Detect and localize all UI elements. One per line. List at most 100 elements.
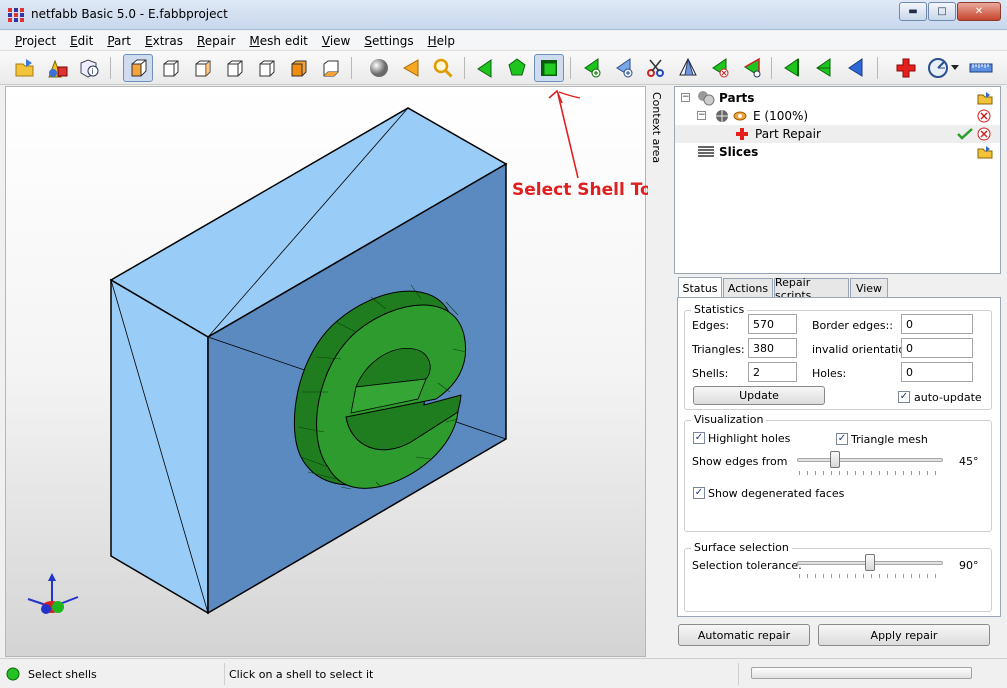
edges-angle-slider[interactable] xyxy=(797,458,943,462)
view-front-icon[interactable] xyxy=(155,54,185,82)
toolbar-separator xyxy=(877,57,878,79)
context-area-strip[interactable]: Context area xyxy=(648,86,672,657)
apply-check-icon[interactable] xyxy=(957,128,973,140)
previous-view-icon[interactable] xyxy=(396,54,426,82)
highlight-holes-label: Highlight holes xyxy=(708,432,791,445)
parts-icon xyxy=(698,91,715,106)
status-green-dot-icon xyxy=(6,667,20,681)
minimize-button[interactable]: ▬ xyxy=(899,2,927,21)
flip-triangle-icon[interactable] xyxy=(777,54,807,82)
menu-project[interactable]: Project xyxy=(8,34,63,48)
automatic-repair-button[interactable]: Automatic repair xyxy=(678,624,810,646)
apply-repair-button[interactable]: Apply repair xyxy=(818,624,990,646)
view-3d-icon[interactable] xyxy=(123,54,153,82)
remove-triangle-icon[interactable] xyxy=(705,54,735,82)
add-surface-icon[interactable] xyxy=(609,54,639,82)
dropdown-arrow-icon[interactable] xyxy=(948,54,962,82)
add-part-icon[interactable] xyxy=(42,54,72,82)
auto-update-label: auto-update xyxy=(914,391,982,404)
tree-row-part-e[interactable]: − E (100%) xyxy=(675,107,1000,125)
tab-view[interactable]: View xyxy=(850,278,888,298)
edges-angle-value: 45° xyxy=(959,455,979,468)
svg-text:i: i xyxy=(92,67,94,76)
auto-update-checkbox[interactable]: ✓ xyxy=(898,391,910,403)
folder-open-icon[interactable] xyxy=(977,145,993,159)
show-edges-label: Show edges from xyxy=(692,455,788,468)
pyramid-icon[interactable] xyxy=(673,54,703,82)
statistics-group: Statistics Edges: 570 Border edges:: 0 T… xyxy=(684,303,992,410)
part-info-icon[interactable]: i xyxy=(74,54,104,82)
surface-selection-group: Surface selection Selection tolerance: 9… xyxy=(684,541,992,612)
repair-cross-icon[interactable] xyxy=(891,54,921,82)
menu-repair[interactable]: Repair xyxy=(190,34,242,48)
menu-extras[interactable]: Extras xyxy=(138,34,190,48)
close-button[interactable]: ✕ xyxy=(957,2,1001,21)
shells-field[interactable]: 2 xyxy=(748,362,797,382)
title-bar: netfabb Basic 5.0 - E.fabbproject ▬ □ ✕ xyxy=(0,0,1007,30)
visibility-eye-icon[interactable] xyxy=(733,110,747,122)
highlight-holes-checkbox[interactable]: ✓ xyxy=(693,432,705,444)
select-shell-icon[interactable] xyxy=(534,54,564,82)
update-button[interactable]: Update xyxy=(693,386,825,405)
shading-sphere-icon[interactable] xyxy=(364,54,394,82)
status-mode-text: Select shells xyxy=(28,667,97,681)
netfabb-logo-icon xyxy=(8,8,24,22)
maximize-button[interactable]: □ xyxy=(928,2,956,21)
remove-part-icon[interactable] xyxy=(977,109,991,123)
menu-edit[interactable]: Edit xyxy=(63,34,100,48)
view-back-icon[interactable] xyxy=(187,54,217,82)
edges-label: Edges: xyxy=(692,319,730,332)
tree-row-part-repair[interactable]: Part Repair xyxy=(675,125,1000,143)
scene-canvas xyxy=(27,107,508,615)
project-tree: − Parts − E (100%) Part Repair Slices xyxy=(674,86,1001,274)
menu-mesh-edit[interactable]: Mesh edit xyxy=(242,34,314,48)
select-surface-icon[interactable] xyxy=(502,54,532,82)
invalid-orientation-field[interactable]: 0 xyxy=(901,338,973,358)
selection-tolerance-label: Selection tolerance: xyxy=(692,559,802,572)
ruler-icon[interactable] xyxy=(966,54,996,82)
status-bar: Select shells Click on a shell to select… xyxy=(0,658,1007,688)
flip-shell-icon[interactable] xyxy=(841,54,871,82)
tree-label-slices: Slices xyxy=(719,145,759,159)
open-project-icon[interactable] xyxy=(10,54,40,82)
shells-label: Shells: xyxy=(692,367,729,380)
collapse-icon[interactable]: − xyxy=(697,111,706,120)
select-triangle-icon[interactable] xyxy=(470,54,500,82)
holes-field[interactable]: 0 xyxy=(901,362,973,382)
status-hint-cell: Click on a shell to select it xyxy=(229,663,739,685)
tree-row-slices[interactable]: Slices xyxy=(675,143,1000,161)
collapse-icon[interactable]: − xyxy=(681,93,690,102)
cut-icon[interactable] xyxy=(641,54,671,82)
3d-viewport[interactable] xyxy=(5,86,646,657)
view-top-icon[interactable] xyxy=(283,54,313,82)
view-right-icon[interactable] xyxy=(251,54,281,82)
tab-actions[interactable]: Actions xyxy=(723,278,773,298)
edges-field[interactable]: 570 xyxy=(748,314,797,334)
status-tab-panel: Statistics Edges: 570 Border edges:: 0 T… xyxy=(677,297,1001,617)
zoom-icon[interactable] xyxy=(428,54,458,82)
menu-settings[interactable]: Settings xyxy=(357,34,420,48)
window-controls: ▬ □ ✕ xyxy=(898,2,1001,21)
menu-part[interactable]: Part xyxy=(100,34,138,48)
tree-label-part-repair: Part Repair xyxy=(755,127,821,141)
cancel-repair-icon[interactable] xyxy=(977,127,991,141)
view-left-icon[interactable] xyxy=(219,54,249,82)
triangle-mesh-checkbox[interactable]: ✓ xyxy=(836,433,848,445)
menu-help[interactable]: Help xyxy=(421,34,462,48)
tab-status[interactable]: Status xyxy=(678,277,722,298)
folder-open-icon[interactable] xyxy=(977,91,993,105)
triangles-field[interactable]: 380 xyxy=(748,338,797,358)
inspect-triangle-icon[interactable] xyxy=(737,54,767,82)
menu-view[interactable]: View xyxy=(315,34,357,48)
view-bottom-icon[interactable] xyxy=(315,54,345,82)
selection-tolerance-value: 90° xyxy=(959,559,979,572)
border-edges-field[interactable]: 0 xyxy=(901,314,973,334)
tree-row-parts[interactable]: − Parts xyxy=(675,89,1000,107)
edges-angle-slider-thumb[interactable] xyxy=(830,451,840,468)
selection-tolerance-slider-thumb[interactable] xyxy=(865,554,875,571)
add-triangle-icon[interactable] xyxy=(577,54,607,82)
flip-surface-icon[interactable] xyxy=(809,54,839,82)
repair-cross-icon xyxy=(736,128,748,140)
tab-repair-scripts[interactable]: Repair scripts xyxy=(774,276,849,302)
show-degenerated-checkbox[interactable]: ✓ xyxy=(693,487,705,499)
